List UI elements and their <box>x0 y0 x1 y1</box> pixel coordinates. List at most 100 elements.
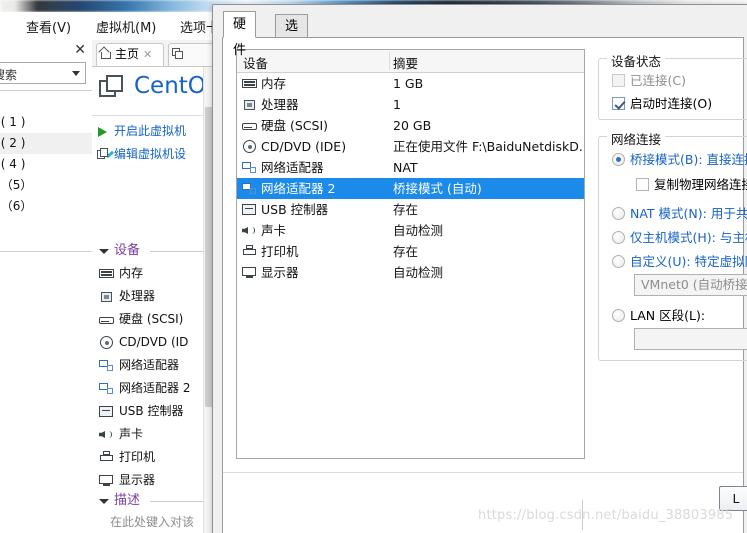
connected-checkbox-row[interactable]: 已连接(C) <box>612 70 686 89</box>
list-item[interactable]: S 7 64 位 （5） <box>0 175 92 196</box>
tab-home[interactable]: 主页 ✕ <box>96 43 164 66</box>
table-row[interactable]: CD/DVD (IDE) 正在使用文件 F:\BaiduNetdiskD... <box>237 136 584 157</box>
network-connection-group: 网络连接 桥接模式(B): 直接连接 复制物理网络连接 NAT 模式(N): 用… <box>598 129 747 361</box>
network-connection-legend: 网络连接 <box>607 129 666 148</box>
network-icon <box>99 359 114 372</box>
vm-device-usb-controller[interactable]: USB 控制器 <box>92 400 217 423</box>
edit-vm-settings-link[interactable]: 编辑虚拟机设 <box>92 143 217 166</box>
connect-at-poweron-checkbox[interactable] <box>612 97 625 110</box>
vm-device-processor[interactable]: 处理器 <box>92 285 217 308</box>
table-cell-device: USB 控制器 <box>261 202 329 217</box>
list-item-label: S 7 64 位 （5） <box>0 178 33 192</box>
power-on-vm-link[interactable]: 开启此虚拟机 <box>92 120 217 143</box>
vm-device-display[interactable]: 显示器 <box>92 469 217 492</box>
radio-custom-label: 自定义(U): 特定虚拟网 <box>630 254 747 269</box>
table-row[interactable]: 网络适配器 NAT <box>237 157 584 178</box>
power-on-vm-label: 开启此虚拟机 <box>114 124 187 138</box>
vm-device-memory[interactable]: 内存 <box>92 262 217 285</box>
connected-checkbox[interactable] <box>612 74 625 87</box>
radio-nat[interactable] <box>612 207 625 220</box>
menu-virtual-machine[interactable]: 虚拟机(M) <box>96 17 156 36</box>
vm-devices-section-header[interactable]: 设备 <box>92 240 217 262</box>
table-row[interactable]: 处理器 1 <box>237 94 584 115</box>
vm-device-sound-card[interactable]: 声卡 <box>92 423 217 446</box>
radio-bridged[interactable] <box>612 153 625 166</box>
vm-device-label: 网络适配器 <box>119 358 180 372</box>
vm-description-section-header[interactable]: 描述 <box>92 490 217 512</box>
library-sidebar: ✕ 内容进行搜索 机 S 7 64 位 ( 1 ) S 7 64 位 ( 2 )… <box>0 40 93 533</box>
vm-device-cddvd[interactable]: CD/DVD (ID <box>92 331 217 354</box>
tab-home-label: 主页 <box>115 47 140 61</box>
tab-hardware[interactable]: 硬件 <box>223 11 257 58</box>
vm-settings-dialog: 硬件 选项 设备 摘要 内存 1 GB 处理器 1 <box>212 4 747 533</box>
vm-description-section-title: 描述 <box>114 493 141 508</box>
device-table[interactable]: 设备 摘要 内存 1 GB 处理器 1 硬盘 (SCSI) 20 GB CD/D… <box>236 49 585 459</box>
vm-device-network-adapter[interactable]: 网络适配器 <box>92 354 217 377</box>
vm-description-placeholder[interactable]: 在此处键入对该 <box>92 512 217 532</box>
memory-icon <box>242 77 257 90</box>
tab-vm[interactable] <box>168 43 214 66</box>
harddisk-icon <box>242 119 257 132</box>
column-header-device: 设备 <box>243 56 269 71</box>
list-item-selected[interactable]: S 7 64 位 ( 2 ) <box>0 133 92 154</box>
text-caret <box>582 500 583 530</box>
cd-icon <box>242 140 257 153</box>
connected-label: 已连接(C) <box>630 73 686 88</box>
vm-device-network-adapter-2[interactable]: 网络适配器 2 <box>92 377 217 400</box>
table-row[interactable]: 硬盘 (SCSI) 20 GB <box>237 115 584 136</box>
radio-lan-segment-row[interactable]: LAN 区段(L): <box>612 305 705 324</box>
table-cell-device: CD/DVD (IDE) <box>261 139 347 154</box>
list-item[interactable]: 机 <box>0 91 92 112</box>
radio-host-only-row[interactable]: 仅主机模式(H): 与主机 <box>612 227 747 246</box>
radio-custom-row[interactable]: 自定义(U): 特定虚拟网 <box>612 251 747 270</box>
list-item[interactable]: S 7 64 位 （6） <box>0 196 92 217</box>
vm-device-harddisk[interactable]: 硬盘 (SCSI) <box>92 308 217 331</box>
radio-bridged-row[interactable]: 桥接模式(B): 直接连接 <box>612 149 747 168</box>
chevron-down-icon[interactable] <box>99 499 109 504</box>
table-row[interactable]: 显示器 自动检测 <box>237 262 584 283</box>
radio-bridged-label: 桥接模式(B): 直接连接 <box>630 152 747 167</box>
lan-segments-button[interactable]: L <box>719 486 747 511</box>
harddisk-icon <box>99 313 114 326</box>
library-tree[interactable]: 机 S 7 64 位 ( 1 ) S 7 64 位 ( 2 ) S 7 64 位… <box>0 90 92 252</box>
device-status-legend: 设备状态 <box>607 51 666 70</box>
table-row[interactable]: 打印机 存在 <box>237 241 584 262</box>
list-item[interactable]: S 7 64 位 ( 1 ) <box>0 112 92 133</box>
menu-view[interactable]: 查看(V) <box>26 17 71 36</box>
list-item[interactable]: S 7 64 位 ( 4 ) <box>0 154 92 175</box>
radio-nat-label: NAT 模式(N): 用于共享 <box>630 206 747 221</box>
replicate-physical-checkbox[interactable] <box>636 178 649 191</box>
library-search-input[interactable]: 内容进行搜索 <box>0 62 86 84</box>
replicate-physical-checkbox-row[interactable]: 复制物理网络连接 <box>636 174 747 193</box>
list-item[interactable]: 机 <box>0 217 92 238</box>
table-row[interactable]: 声卡 自动检测 <box>237 220 584 241</box>
lan-segment-select[interactable] <box>634 328 747 350</box>
close-icon[interactable]: ✕ <box>143 48 152 61</box>
chevron-down-icon[interactable] <box>99 249 109 254</box>
radio-host-only[interactable] <box>612 231 625 244</box>
table-cell-device: 打印机 <box>261 244 299 259</box>
custom-vmnet-select[interactable]: VMnet0 (自动桥接) <box>634 274 747 296</box>
connect-at-poweron-checkbox-row[interactable]: 启动时连接(O) <box>612 93 712 112</box>
table-row-selected[interactable]: 网络适配器 2 桥接模式 (自动) <box>237 178 584 199</box>
table-row[interactable]: 内存 1 GB <box>237 73 584 94</box>
close-icon[interactable]: ✕ <box>74 43 86 57</box>
list-item-label: S 7 64 位 ( 1 ) <box>0 115 26 129</box>
sound-icon <box>99 428 114 441</box>
table-header-row: 设备 摘要 <box>237 50 584 73</box>
radio-lan-segment[interactable] <box>612 309 625 322</box>
tab-options[interactable]: 选项 <box>275 14 309 57</box>
printer-icon <box>242 245 257 258</box>
radio-custom[interactable] <box>612 255 625 268</box>
display-icon <box>99 474 114 487</box>
radio-nat-row[interactable]: NAT 模式(N): 用于共享 <box>612 203 747 222</box>
table-cell-device: 处理器 <box>261 97 299 112</box>
chevron-down-icon[interactable] <box>72 71 80 76</box>
column-divider[interactable] <box>389 52 390 70</box>
table-row[interactable]: USB 控制器 存在 <box>237 199 584 220</box>
vm-devices-section: 设备 内存 处理器 硬盘 (SCSI) CD/DVD (ID 网络适配器 网络适… <box>92 240 217 492</box>
display-icon <box>242 266 257 279</box>
home-icon <box>100 48 113 60</box>
table-cell-device: 网络适配器 <box>261 160 324 175</box>
vm-device-printer[interactable]: 打印机 <box>92 446 217 469</box>
